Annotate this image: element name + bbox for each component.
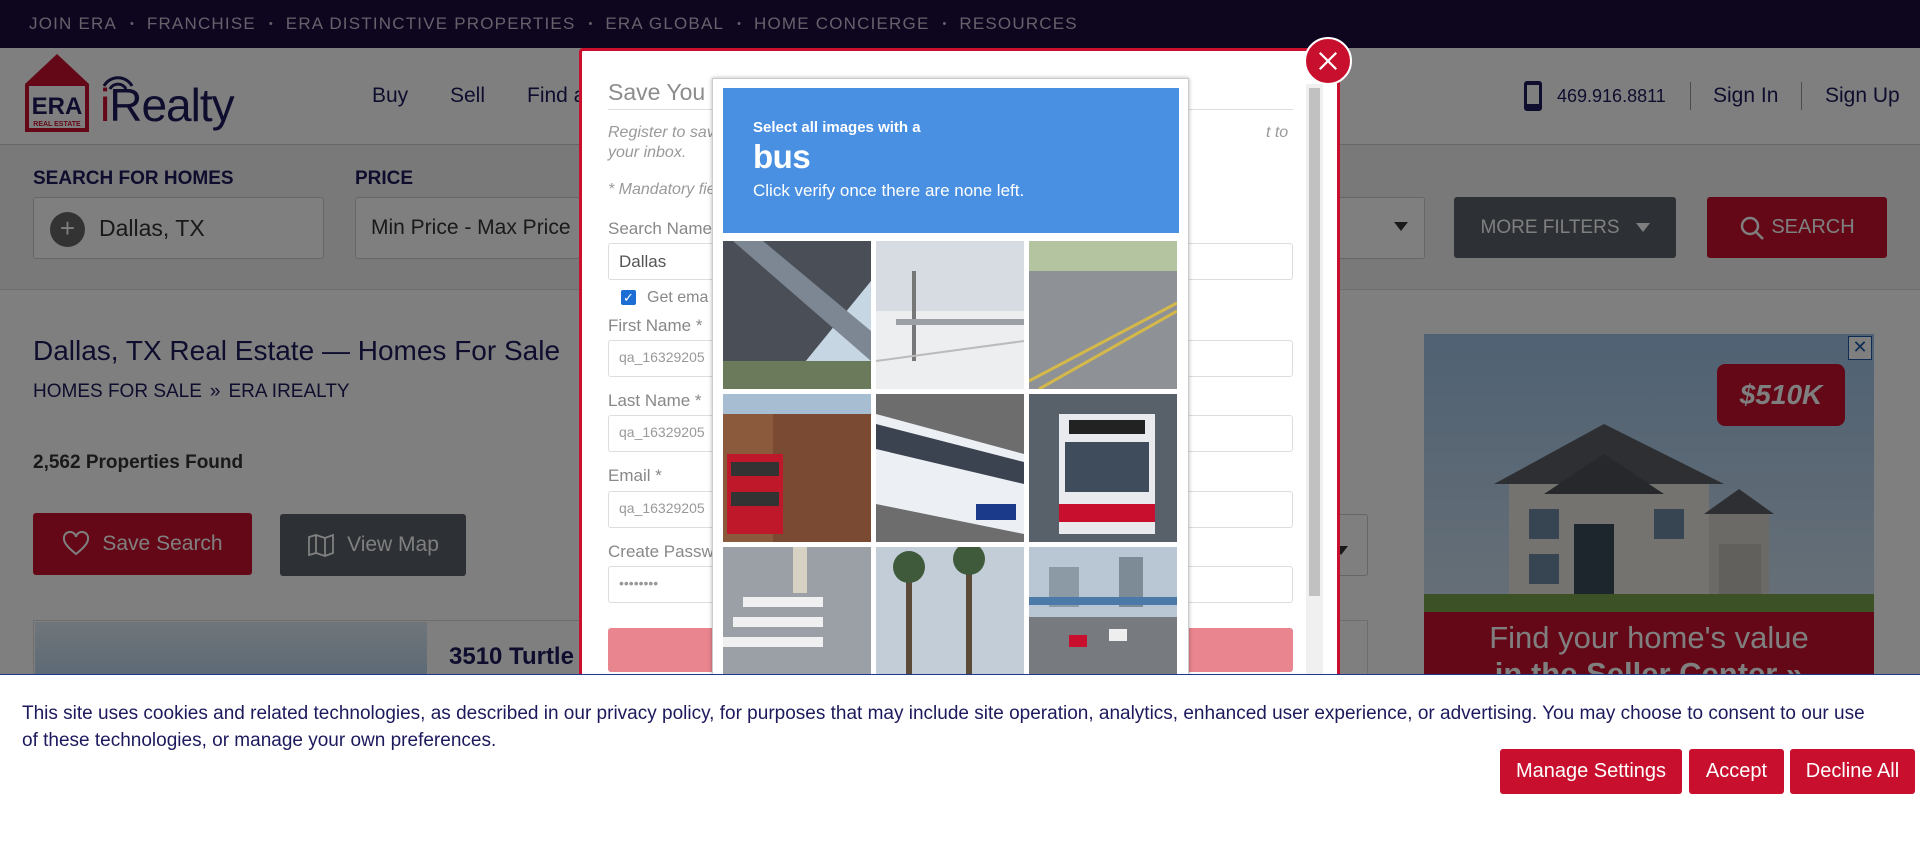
first-name-label: First Name * [608,316,703,335]
captcha-tile-crosswalk[interactable] [723,547,871,695]
captcha-tile-highway[interactable] [1029,547,1177,695]
captcha-tile-palm-trees[interactable] [876,547,1024,695]
captcha-tile-bus-articulated[interactable] [876,394,1024,542]
captcha-hint: Click verify once there are none left. [753,181,1025,200]
captcha-tile-bus-front[interactable] [1029,394,1177,542]
captcha-tile-road[interactable] [1029,241,1177,389]
captcha-instruction: Select all images with a [753,119,921,136]
last-name-label: Last Name * [608,391,702,410]
manage-settings-button[interactable]: Manage Settings [1500,749,1682,794]
captcha-tile-bus-red[interactable] [723,394,871,542]
search-name-label: Search Name [608,219,712,238]
cookie-message: This site uses cookies and related techn… [22,703,1865,751]
email-alerts-checkbox[interactable]: ✓ [621,290,636,305]
email-label: Email * [608,466,662,485]
modal-scrollbar-thumb[interactable] [1309,88,1320,596]
email-alerts-label: Get ema [647,289,709,306]
captcha-target: bus [753,138,811,175]
decline-all-button[interactable]: Decline All [1790,749,1915,794]
mandatory-note: * Mandatory fie [608,181,716,198]
accept-button[interactable]: Accept [1689,749,1784,794]
modal-title: Save You [608,79,706,105]
captcha-tile-snow-lot[interactable] [876,241,1024,389]
close-icon[interactable] [1304,37,1352,85]
captcha-tile-overpass[interactable] [723,241,871,389]
password-label: Create Passw [608,542,714,561]
